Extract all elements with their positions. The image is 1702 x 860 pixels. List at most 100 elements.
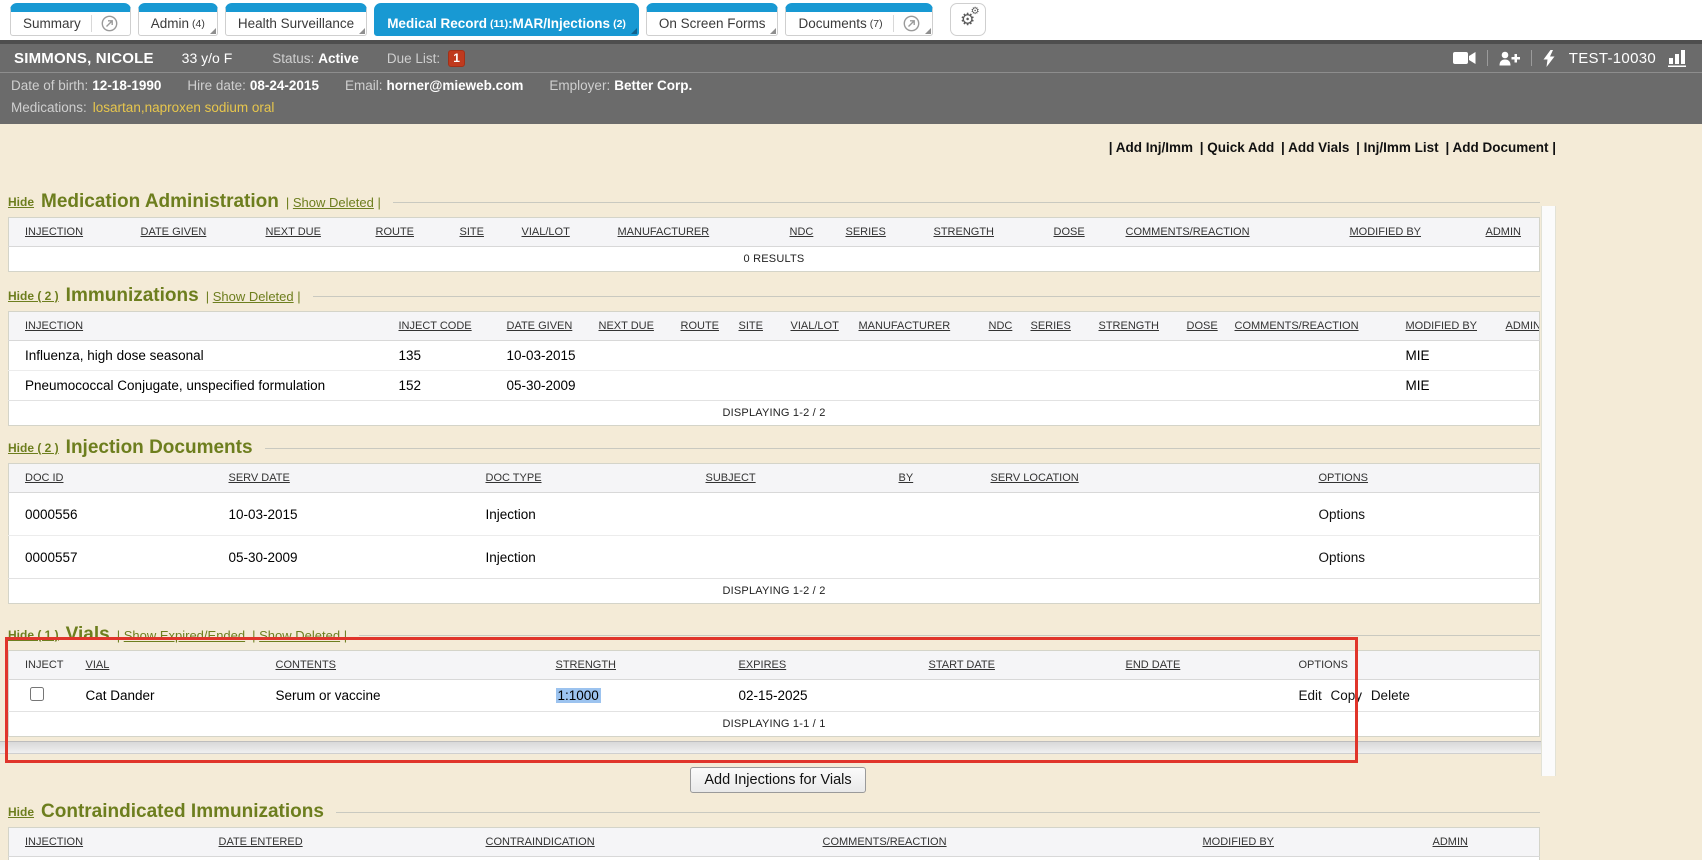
column-contents[interactable]: CONTENTS [276, 659, 337, 671]
show-deleted-link[interactable]: Show Deleted [293, 195, 374, 210]
column-by[interactable]: BY [899, 472, 914, 484]
inj-imm-list-link[interactable]: Inj/Imm List [1356, 140, 1439, 155]
column-manufacturer[interactable]: MANUFACTURER [618, 226, 710, 238]
hide-contraindicated-link[interactable]: Hide [8, 805, 34, 819]
column-doc-id[interactable]: DOC ID [25, 472, 64, 484]
add-vials-link[interactable]: Add Vials [1281, 140, 1349, 155]
injection-documents-table: DOC ID SERV DATE DOC TYPE SUBJECT BY SER… [8, 463, 1540, 604]
section-immunizations-header: Hide ( 2 ) Immunizations Show Deleted [8, 285, 1540, 307]
document-row[interactable]: 0000556 10-03-2015 Injection Options [9, 493, 1540, 536]
column-vial-lot[interactable]: VIAL/LOT [522, 226, 570, 238]
show-deleted-link[interactable]: Show Deleted [259, 628, 340, 643]
inject-code: 152 [383, 371, 491, 401]
column-site[interactable]: SITE [739, 320, 763, 332]
tab-on-screen-forms[interactable]: On Screen Forms [646, 3, 779, 36]
hide-vials-link[interactable]: Hide ( 1 ) [8, 628, 59, 642]
immunization-row[interactable]: Influenza, high dose seasonal 135 10-03-… [9, 341, 1540, 371]
vertical-scrollbar[interactable] [1541, 206, 1556, 776]
add-inj-imm-link[interactable]: Add Inj/Imm [1109, 140, 1193, 155]
column-ndc[interactable]: NDC [790, 226, 814, 238]
column-doc-type[interactable]: DOC TYPE [486, 472, 542, 484]
column-series[interactable]: SERIES [1031, 320, 1071, 332]
column-comments-reaction[interactable]: COMMENTS/REACTION [1126, 226, 1250, 238]
due-list-badge[interactable]: 1 [448, 50, 465, 67]
hide-immunizations-link[interactable]: Hide ( 2 ) [8, 289, 59, 303]
options-link[interactable]: Options [1319, 550, 1366, 565]
tab-health-surveillance[interactable]: Health Surveillance [225, 3, 367, 36]
options-link[interactable]: Options [1319, 507, 1366, 522]
column-modified-by[interactable]: MODIFIED BY [1350, 226, 1422, 238]
column-dose[interactable]: DOSE [1187, 320, 1218, 332]
patient-age-sex: 33 y/o F [182, 50, 233, 66]
column-admin[interactable]: ADMIN [1506, 320, 1540, 332]
column-injection[interactable]: INJECTION [25, 836, 83, 848]
column-route[interactable]: ROUTE [681, 320, 720, 332]
tab-medical-record[interactable]: Medical Record (11) :MAR/Injections (2) [374, 3, 639, 36]
column-modified-by[interactable]: MODIFIED BY [1406, 320, 1478, 332]
column-vial-lot[interactable]: VIAL/LOT [791, 320, 839, 332]
hide-injection-documents-link[interactable]: Hide ( 2 ) [8, 441, 59, 455]
column-injection[interactable]: INJECTION [25, 320, 83, 332]
medication-link[interactable]: losartan [93, 100, 145, 115]
tab-summary[interactable]: Summary [10, 3, 131, 36]
date-given: 10-03-2015 [491, 341, 583, 371]
column-start-date[interactable]: START DATE [929, 659, 995, 671]
column-route[interactable]: ROUTE [376, 226, 415, 238]
column-strength[interactable]: STRENGTH [556, 659, 617, 671]
column-next-due[interactable]: NEXT DUE [266, 226, 321, 238]
add-document-link[interactable]: Add Document [1445, 140, 1556, 155]
column-site[interactable]: SITE [460, 226, 484, 238]
column-admin[interactable]: ADMIN [1433, 836, 1468, 848]
document-row[interactable]: 0000557 05-30-2009 Injection Options [9, 536, 1540, 579]
tab-documents[interactable]: Documents (7) [785, 3, 932, 36]
add-person-icon[interactable] [1499, 51, 1520, 66]
vial-select-checkbox[interactable] [30, 687, 44, 701]
quick-add-link[interactable]: Quick Add [1200, 140, 1275, 155]
column-serv-date[interactable]: SERV DATE [229, 472, 290, 484]
immunization-row[interactable]: Pneumococcal Conjugate, unspecified form… [9, 371, 1540, 401]
column-date-given[interactable]: DATE GIVEN [141, 226, 207, 238]
column-modified-by[interactable]: MODIFIED BY [1203, 836, 1275, 848]
settings-gear-icon[interactable]: ⚙⚙ [950, 3, 986, 36]
column-injection[interactable]: INJECTION [25, 226, 83, 238]
open-in-new-icon[interactable] [91, 15, 118, 32]
open-in-new-icon[interactable] [893, 15, 920, 32]
column-expires[interactable]: EXPIRES [739, 659, 787, 671]
column-admin[interactable]: ADMIN [1486, 226, 1521, 238]
column-date-given[interactable]: DATE GIVEN [507, 320, 573, 332]
column-inject-code[interactable]: INJECT CODE [399, 320, 472, 332]
column-contraindication[interactable]: CONTRAINDICATION [486, 836, 595, 848]
inject-code: 135 [383, 341, 491, 371]
patient-header-bar: SIMMONS, NICOLE 33 y/o F Status: Active … [0, 44, 1702, 72]
add-injections-for-vials-button[interactable]: Add Injections for Vials [690, 767, 865, 793]
show-expired-ended-link[interactable]: Show Expired/Ended [124, 628, 245, 643]
column-series[interactable]: SERIES [846, 226, 886, 238]
column-comments-reaction[interactable]: COMMENTS/REACTION [1235, 320, 1359, 332]
horizontal-scrollbar[interactable] [0, 741, 1556, 754]
column-vial[interactable]: VIAL [86, 659, 110, 671]
medication-link[interactable]: naproxen sodium oral [145, 100, 275, 115]
show-deleted-link[interactable]: Show Deleted [213, 289, 294, 304]
column-strength[interactable]: STRENGTH [934, 226, 995, 238]
column-strength[interactable]: STRENGTH [1099, 320, 1160, 332]
edit-link[interactable]: Edit [1299, 688, 1322, 703]
column-comments-reaction[interactable]: COMMENTS/REACTION [823, 836, 947, 848]
hide-med-admin-link[interactable]: Hide [8, 195, 34, 209]
bar-chart-icon[interactable] [1668, 50, 1688, 67]
column-ndc[interactable]: NDC [989, 320, 1013, 332]
vial-row[interactable]: Cat Dander Serum or vaccine 1:1000 02-15… [9, 680, 1540, 712]
column-date-entered[interactable]: DATE ENTERED [219, 836, 303, 848]
column-subject[interactable]: SUBJECT [706, 472, 756, 484]
column-serv-location[interactable]: SERV LOCATION [991, 472, 1079, 484]
date-given: 05-30-2009 [491, 371, 583, 401]
lightning-bolt-icon[interactable] [1543, 50, 1555, 67]
column-manufacturer[interactable]: MANUFACTURER [859, 320, 951, 332]
copy-link[interactable]: Copy [1331, 688, 1363, 703]
tab-admin[interactable]: Admin (4) [138, 3, 218, 36]
column-end-date[interactable]: END DATE [1126, 659, 1181, 671]
column-dose[interactable]: DOSE [1054, 226, 1085, 238]
video-camera-icon[interactable] [1453, 51, 1476, 65]
delete-link[interactable]: Delete [1371, 688, 1410, 703]
column-options[interactable]: OPTIONS [1319, 472, 1369, 484]
column-next-due[interactable]: NEXT DUE [599, 320, 654, 332]
